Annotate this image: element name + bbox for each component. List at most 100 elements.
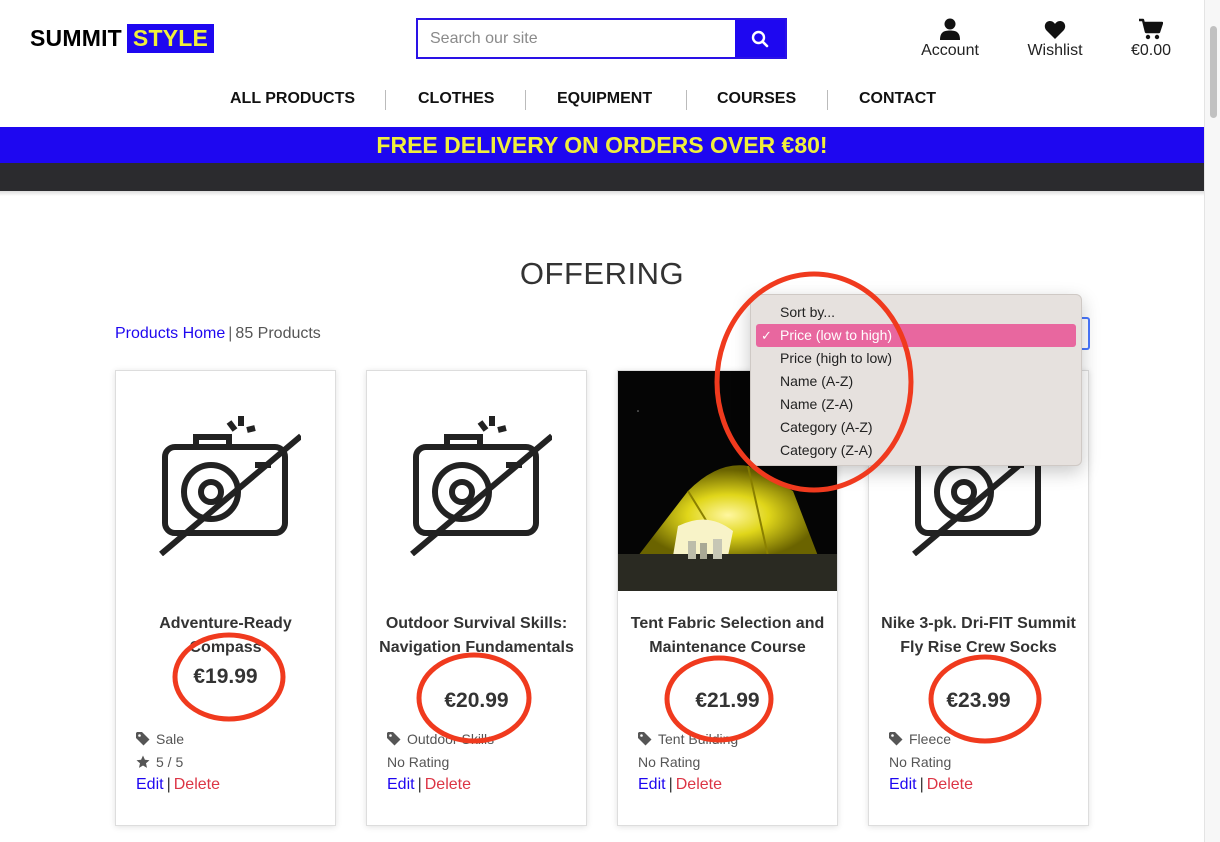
sort-option-name-asc[interactable]: Name (A-Z) <box>756 370 1076 393</box>
nav-divider <box>686 90 687 110</box>
heart-icon <box>1044 20 1066 39</box>
product-category[interactable]: Tent Building <box>638 731 738 747</box>
action-separator: | <box>166 776 171 793</box>
wishlist-label: Wishlist <box>1027 42 1083 59</box>
page-title: OFFERING <box>519 256 685 291</box>
products-home-link[interactable]: Products Home <box>115 325 225 342</box>
delete-link[interactable]: Delete <box>927 776 973 793</box>
tag-icon <box>889 732 903 746</box>
free-delivery-banner: FREE DELIVERY ON ORDERS OVER €80! <box>0 127 1204 163</box>
page-scrollbar[interactable] <box>1204 0 1220 842</box>
search-button[interactable] <box>735 20 785 57</box>
nav-equipment[interactable]: EQUIPMENT <box>557 90 652 108</box>
product-rating: No Rating <box>638 754 700 770</box>
logo-part-summit: SUMMIT <box>30 25 122 51</box>
category-label: Tent Building <box>658 731 739 747</box>
edit-link[interactable]: Edit <box>387 776 415 793</box>
edit-link[interactable]: Edit <box>136 776 164 793</box>
sort-option-price-asc[interactable]: ✓ Price (low to high) <box>756 324 1076 347</box>
search-icon <box>751 30 769 47</box>
account-link[interactable]: Account <box>914 16 986 60</box>
category-label: Sale <box>156 731 185 747</box>
product-category[interactable]: Fleece <box>889 731 951 747</box>
delete-link[interactable]: Delete <box>174 776 220 793</box>
product-price: €21.99 <box>695 689 760 712</box>
nav-courses[interactable]: COURSES <box>717 90 796 108</box>
product-rating: 5 / 5 <box>136 754 183 770</box>
product-admin-actions: Edit | Delete <box>387 776 471 794</box>
product-card: Adventure-Ready Compass €19.99 Sale 5 / … <box>115 370 336 826</box>
product-price: €19.99 <box>193 665 258 688</box>
user-icon <box>940 18 960 40</box>
sort-option-price-desc[interactable]: Price (high to low) <box>756 347 1076 370</box>
logo-part-style: STYLE <box>126 24 215 53</box>
action-separator: | <box>919 776 924 793</box>
product-image[interactable] <box>367 371 586 591</box>
product-rating: No Rating <box>387 754 449 770</box>
sort-option-label: Category (Z-A) <box>780 442 873 458</box>
product-admin-actions: Edit | Delete <box>136 776 220 794</box>
action-separator: | <box>668 776 673 793</box>
sort-option-category-desc[interactable]: Category (Z-A) <box>756 439 1076 462</box>
dark-header-strip <box>0 163 1204 191</box>
sort-option-label: Price (low to high) <box>780 327 893 343</box>
nav-divider <box>525 90 526 110</box>
action-separator: | <box>417 776 422 793</box>
rating-value: 5 / 5 <box>156 754 184 770</box>
checkmark-icon: ✓ <box>761 328 772 343</box>
tag-icon <box>136 732 150 746</box>
nav-contact[interactable]: CONTACT <box>859 90 936 108</box>
nav-divider <box>385 90 386 110</box>
shopping-cart-icon <box>1139 18 1163 40</box>
sort-option-label: Sort by... <box>780 304 835 320</box>
sort-option-label: Name (Z-A) <box>780 396 854 412</box>
product-price: €23.99 <box>946 689 1011 712</box>
product-name[interactable]: Tent Fabric Selection and Maintenance Co… <box>628 612 827 660</box>
no-image-camera-icon <box>409 416 552 556</box>
delete-link[interactable]: Delete <box>425 776 471 793</box>
search-form <box>416 18 787 59</box>
account-label: Account <box>921 42 979 59</box>
category-label: Outdoor Skills <box>407 731 495 747</box>
search-input[interactable] <box>418 20 735 57</box>
tag-icon <box>638 732 652 746</box>
rating-value: No Rating <box>638 754 701 770</box>
product-card: Outdoor Survival Skills: Navigation Fund… <box>366 370 587 826</box>
edit-link[interactable]: Edit <box>638 776 666 793</box>
nav-divider <box>827 90 828 110</box>
sort-option-label: Category (A-Z) <box>780 419 873 435</box>
breadcrumb-separator: | <box>228 325 233 342</box>
rating-value: No Rating <box>889 754 952 770</box>
wishlist-link[interactable]: Wishlist <box>1020 16 1090 60</box>
nav-all-products[interactable]: ALL PRODUCTS <box>230 90 355 108</box>
tag-icon <box>387 732 401 746</box>
sort-option-label: Name (A-Z) <box>780 373 854 389</box>
product-name[interactable]: Outdoor Survival Skills: Navigation Fund… <box>377 612 576 660</box>
header-shadow <box>0 191 1204 196</box>
sort-option-label: Price (high to low) <box>780 350 893 366</box>
sort-dropdown-menu: Sort by... ✓ Price (low to high) Price (h… <box>750 294 1082 466</box>
bag-total: €0.00 <box>1130 42 1172 59</box>
product-category[interactable]: Outdoor Skills <box>387 731 494 747</box>
product-image[interactable] <box>116 371 335 591</box>
product-admin-actions: Edit | Delete <box>638 776 722 794</box>
sort-option-category-asc[interactable]: Category (A-Z) <box>756 416 1076 439</box>
product-name[interactable]: Adventure-Ready Compass <box>126 612 325 660</box>
main-nav: ALL PRODUCTS CLOTHES EQUIPMENT COURSES C… <box>0 90 1204 110</box>
product-name[interactable]: Nike 3-pk. Dri-FIT Summit Fly Rise Crew … <box>879 612 1078 660</box>
scrollbar-thumb[interactable] <box>1210 26 1217 118</box>
sort-option-name-desc[interactable]: Name (Z-A) <box>756 393 1076 416</box>
site-logo[interactable]: SUMMIT STYLE <box>30 24 215 53</box>
product-count: 85 Products <box>235 325 321 342</box>
rating-value: No Rating <box>387 754 450 770</box>
category-label: Fleece <box>909 731 952 747</box>
sort-option-placeholder[interactable]: Sort by... <box>756 301 1076 324</box>
shopping-bag-link[interactable]: €0.00 <box>1122 16 1180 60</box>
nav-clothes[interactable]: CLOTHES <box>418 90 494 108</box>
product-category[interactable]: Sale <box>136 731 184 747</box>
breadcrumb: Products Home | 85 Products <box>115 325 321 343</box>
product-price: €20.99 <box>444 689 509 712</box>
star-icon <box>136 755 150 768</box>
edit-link[interactable]: Edit <box>889 776 917 793</box>
delete-link[interactable]: Delete <box>676 776 722 793</box>
